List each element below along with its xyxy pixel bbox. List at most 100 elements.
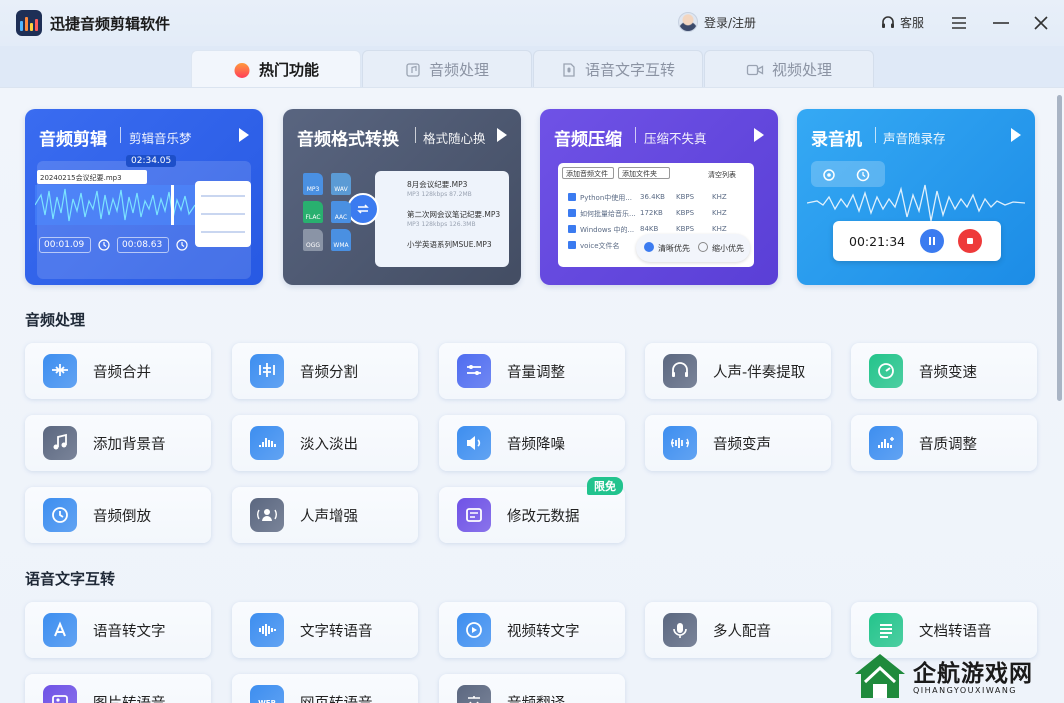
tool-metadata[interactable]: 修改元数据 限免 (439, 477, 625, 543)
card-title: 音频压缩 (554, 130, 622, 150)
feature-card-recorder[interactable]: 录音机 声音随录存 00:21:34 (797, 109, 1035, 285)
tool-image-to-speech[interactable]: 图片转语音 (25, 674, 211, 703)
card-subtitle: 声音随录存 (883, 131, 946, 146)
convert-file-name: 小学英语系列MSUE.MP3 (407, 240, 492, 249)
preview-file-name: 20240215会议纪要.mp3 (40, 174, 122, 182)
reverse-icon (43, 498, 77, 532)
tool-label: 音频合并 (93, 364, 151, 381)
section-title-speech: 语音文字互转 (25, 570, 116, 588)
format-file-icon: FLAC (303, 201, 323, 223)
customer-service-button[interactable]: 客服 (880, 14, 924, 31)
mic-file-icon (563, 62, 575, 77)
tool-label: 淡入淡出 (300, 436, 358, 453)
tool-text-to-speech[interactable]: 文字转语音 (232, 602, 418, 658)
clear-list: 清空列表 (708, 171, 736, 179)
tool-label: 音量调整 (507, 364, 565, 381)
row-size: 172KB (640, 209, 663, 217)
tool-label: 音频降噪 (507, 436, 565, 453)
tab-label: 热门功能 (258, 61, 319, 79)
close-icon[interactable] (1028, 10, 1054, 36)
tool-split[interactable]: 音频分割 (232, 343, 418, 399)
volume-adjust-icon (457, 354, 491, 388)
tool-reverse[interactable]: 音频倒放 (25, 487, 211, 543)
tool-video-to-text[interactable]: 视频转文字 (439, 602, 625, 658)
tool-vocal-extract[interactable]: 人声-伴奏提取 (645, 343, 831, 399)
tab-hot[interactable]: 热门功能 (191, 50, 361, 88)
tool-voice-enhance[interactable]: 人声增强 (232, 487, 418, 543)
tool-speed[interactable]: 音频变速 (851, 343, 1037, 399)
doc-to-speech-icon (869, 613, 903, 647)
watermark-logo-icon (855, 654, 905, 698)
history-icon (176, 239, 188, 251)
tool-doc-to-speech[interactable]: 文档转语音 (851, 602, 1037, 658)
tool-speech-to-text[interactable]: 语音转文字 (25, 602, 211, 658)
tab-audio[interactable]: 音频处理 (362, 50, 532, 88)
menu-icon[interactable] (946, 10, 972, 36)
flame-icon (234, 62, 250, 78)
minimize-icon[interactable] (988, 10, 1014, 36)
card-title: 音频剪辑 (39, 130, 107, 150)
speed-icon (869, 354, 903, 388)
card-subtitle: 格式随心换 (423, 131, 486, 146)
tool-label: 音频分割 (300, 364, 358, 381)
app-title: 迅捷音频剪辑软件 (50, 15, 171, 33)
tool-dubbing[interactable]: 多人配音 (645, 602, 831, 658)
record-time: 00:21:34 (849, 234, 906, 249)
row-checkbox (568, 209, 576, 217)
convert-file-meta: MP3 128kbps 126.3MB (407, 221, 476, 228)
settings-icon (823, 169, 835, 181)
vocal-extract-icon (663, 354, 697, 388)
tab-label: 音频处理 (428, 61, 489, 79)
tool-label: 音频变速 (919, 364, 977, 381)
format-file-icon: MP3 (303, 173, 323, 195)
row-name: Python中使用... (580, 194, 632, 202)
row-name: Windows 中的... (580, 226, 635, 234)
convert-file-name: 8月会议纪要.MP3 (407, 180, 468, 189)
play-icon (1011, 128, 1021, 142)
watermark: 企航游戏网 QIHANGYOUXIWANG (853, 652, 1063, 702)
tool-voice-change[interactable]: 音频变声 (645, 415, 831, 471)
tool-merge[interactable]: 音频合并 (25, 343, 211, 399)
tool-label: 音频倒放 (93, 508, 151, 525)
clock-icon (856, 168, 870, 182)
svg-text:WEB: WEB (258, 699, 276, 703)
login-button[interactable]: 登录/注册 (678, 12, 756, 32)
scrollbar[interactable] (1057, 95, 1062, 401)
card-subtitle: 剪辑音乐梦 (129, 131, 192, 146)
convert-file-name: 第二次网会议笔记纪要.MP3 (407, 210, 501, 219)
row-checkbox (568, 193, 576, 201)
convert-icon (347, 193, 379, 225)
free-badge: 限免 (587, 477, 623, 495)
tab-speech[interactable]: 语音文字互转 (533, 50, 703, 88)
row-kbps: KBPS (676, 193, 695, 201)
tool-denoise[interactable]: 音频降噪 (439, 415, 625, 471)
text-to-speech-icon (250, 613, 284, 647)
card-subtitle: 压缩不失真 (644, 131, 707, 146)
play-icon (239, 128, 249, 142)
voice-change-icon (663, 426, 697, 460)
headset-icon (882, 15, 894, 28)
tool-web-to-speech[interactable]: WEB 网页转语音 (232, 674, 418, 703)
tool-fade[interactable]: 淡入淡出 (232, 415, 418, 471)
feature-card-compress[interactable]: 音频压缩 压缩不失真 添加音频文件 添加文件夹 清空列表 清晰优先 缩小优先 P… (540, 109, 778, 285)
format-file-icon: OGG (303, 229, 323, 251)
feature-card-format-convert[interactable]: 音频格式转换 格式随心换 MP3 WAV FLAC AAC OGG WMA 8月会议纪要.M… (283, 109, 521, 285)
row-checkbox (568, 225, 576, 233)
tool-music-note[interactable]: 添加背景音 (25, 415, 211, 471)
voice-enhance-icon (250, 498, 284, 532)
tool-quality[interactable]: 音质调整 (851, 415, 1037, 471)
translate-icon (457, 685, 491, 703)
option-clear: 清晰优先 (658, 244, 690, 253)
play-icon (754, 128, 764, 142)
tool-translate[interactable]: 音频翻译 (439, 674, 625, 703)
tool-label: 人声-伴奏提取 (713, 364, 806, 381)
tool-label: 音频翻译 (507, 692, 565, 703)
web-to-speech-icon: WEB (250, 685, 284, 703)
history-icon (98, 239, 110, 251)
tab-video[interactable]: 视频处理 (704, 50, 874, 88)
start-time-field: 00:01.09 (39, 237, 91, 253)
feature-card-audio-edit[interactable]: 音频剪辑 剪辑音乐梦 02:34.05 20240215会议纪要.mp3 00:… (25, 109, 263, 285)
tool-volume-adjust[interactable]: 音量调整 (439, 343, 625, 399)
image-to-speech-icon (43, 685, 77, 703)
tool-label: 文字转语音 (300, 623, 373, 640)
